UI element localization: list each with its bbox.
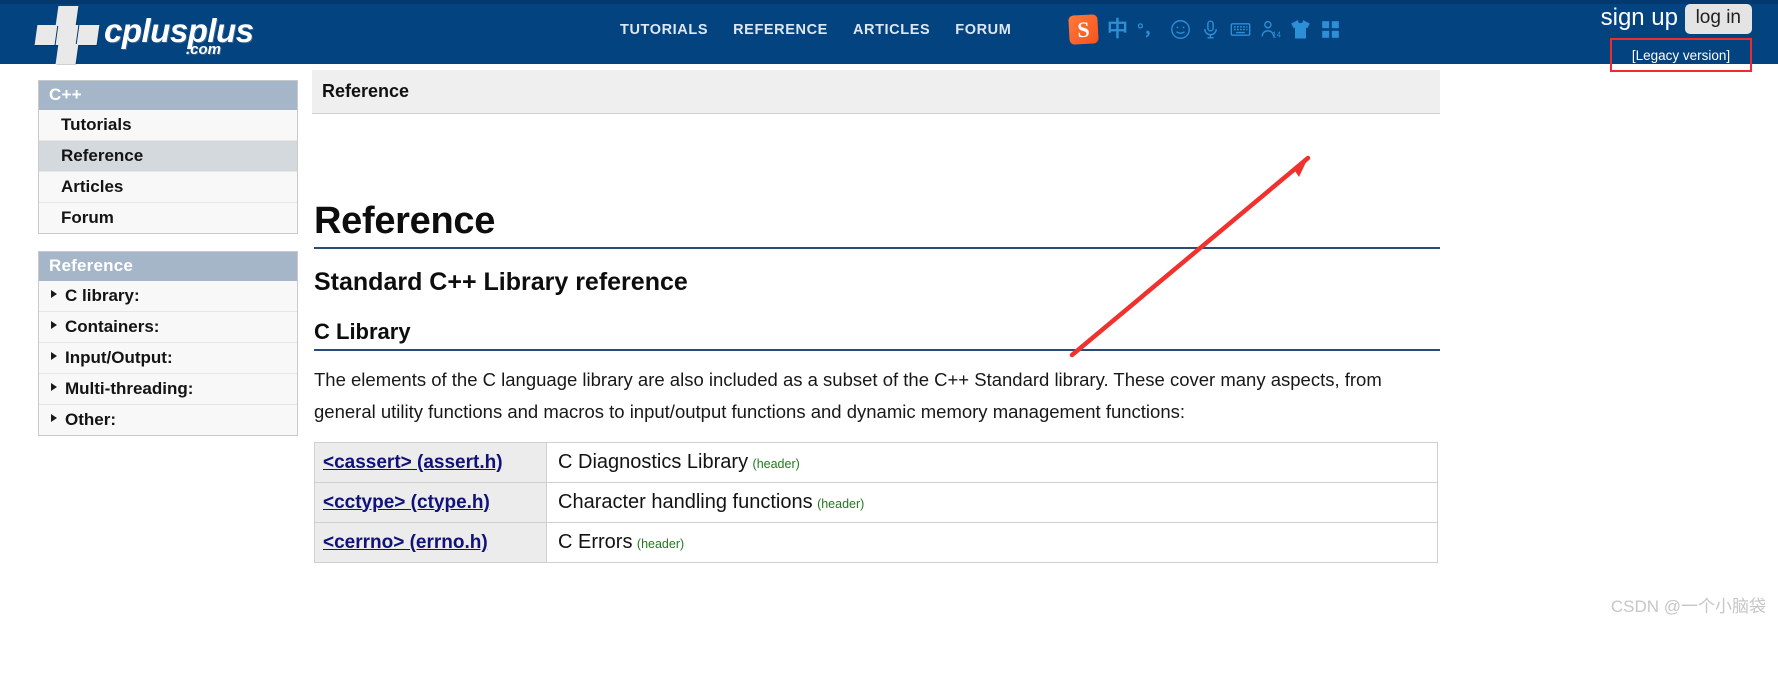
header-description: Character handling functions: [558, 491, 813, 513]
header-desc-cell: C Errors (header): [546, 522, 1438, 563]
sidebar-item-label: Articles: [61, 177, 124, 196]
sidebar-item-containers[interactable]: Containers:: [39, 311, 297, 342]
chevron-right-icon: [51, 414, 57, 422]
section-title: Standard C++ Library reference: [314, 268, 688, 296]
toolbox-grid-icon[interactable]: [1320, 19, 1341, 40]
table-row: <cassert> (assert.h) C Diagnostics Libra…: [314, 442, 1438, 483]
main-content: Reference Reference Standard C++ Library…: [312, 70, 1440, 563]
header-name-cell: <cassert> (assert.h): [314, 442, 547, 483]
sidebar-block-reference-title: Reference: [39, 252, 297, 281]
header-desc-cell: Character handling functions (header): [546, 482, 1438, 523]
sidebar-item-multi-threading[interactable]: Multi-threading:: [39, 373, 297, 404]
sidebar-block-cpp: C++ Tutorials Reference Articles Forum: [38, 80, 298, 234]
logo-wordmark: cplusplus: [104, 12, 254, 49]
sidebar-item-reference[interactable]: Reference: [39, 140, 297, 171]
nav-item-reference[interactable]: REFERENCE: [733, 22, 828, 38]
microphone-icon[interactable]: [1200, 19, 1221, 40]
table-row: <cerrno> (errno.h) C Errors (header): [314, 522, 1438, 563]
chevron-right-icon: [51, 352, 57, 360]
soft-keyboard-icon[interactable]: [1230, 19, 1251, 40]
breadcrumb: Reference: [312, 70, 1440, 114]
subsection-title: C Library: [314, 319, 411, 344]
chevron-right-icon: [51, 321, 57, 329]
nav-item-articles[interactable]: ARTICLES: [853, 22, 930, 38]
sidebar-item-input-output[interactable]: Input/Output:: [39, 342, 297, 373]
header-name-cell: <cctype> (ctype.h): [314, 482, 547, 523]
sidebar-item-label: Input/Output:: [65, 348, 173, 367]
title-rule: [314, 247, 1440, 249]
sidebar-item-label: Tutorials: [61, 115, 132, 134]
cplusplus-cross-logo-icon: [34, 6, 100, 64]
sidebar-item-other[interactable]: Other:: [39, 404, 297, 435]
header-tag: (header): [817, 497, 865, 511]
emoji-icon[interactable]: [1170, 19, 1191, 40]
sidebar-item-label: Containers:: [65, 317, 160, 336]
skin-tshirt-icon[interactable]: [1290, 19, 1311, 40]
header-link-cerrno[interactable]: <cerrno> (errno.h): [323, 532, 488, 553]
chevron-right-icon: [51, 383, 57, 391]
sidebar-item-articles[interactable]: Articles: [39, 171, 297, 202]
article-body: Reference Standard C++ Library reference…: [312, 200, 1440, 563]
sidebar-item-label: Multi-threading:: [65, 379, 194, 398]
sign-up-link[interactable]: sign up: [1601, 4, 1678, 32]
legacy-version-highlight: [Legacy version]: [1610, 38, 1752, 72]
header-link-cctype[interactable]: <cctype> (ctype.h): [323, 492, 490, 513]
sidebar-item-c-library[interactable]: C library:: [39, 281, 297, 311]
log-in-button[interactable]: log in: [1684, 4, 1752, 34]
sidebar-block-cpp-title: C++: [39, 81, 297, 110]
breadcrumb-current: Reference: [322, 81, 410, 101]
sidebar-item-forum[interactable]: Forum: [39, 202, 297, 233]
chevron-right-icon: [51, 290, 57, 298]
site-logo[interactable]: cplusplus .com: [34, 2, 296, 64]
sogou-ime-toolbar: S 中 °， 14: [1068, 13, 1341, 45]
legacy-version-link[interactable]: [Legacy version]: [1632, 48, 1730, 63]
page-title: Reference: [314, 200, 496, 242]
sidebar-item-label: Other:: [65, 410, 116, 429]
sogou-logo-icon[interactable]: S: [1068, 13, 1099, 45]
table-row: <cctype> (ctype.h) Character handling fu…: [314, 482, 1438, 523]
left-sidebar: C++ Tutorials Reference Articles Forum R…: [38, 80, 298, 453]
header-name-cell: <cerrno> (errno.h): [314, 522, 547, 563]
header-tag: (header): [636, 537, 685, 551]
intro-paragraph: The elements of the C language library a…: [314, 369, 1382, 422]
nav-item-tutorials[interactable]: TUTORIALS: [620, 22, 708, 38]
svg-text:14: 14: [1272, 30, 1281, 39]
chinese-mode-icon[interactable]: 中: [1107, 19, 1128, 40]
sidebar-item-label: Forum: [61, 208, 114, 227]
header-desc-cell: C Diagnostics Library (header): [546, 442, 1438, 483]
c-library-headers-table: <cassert> (assert.h) C Diagnostics Libra…: [314, 442, 1438, 563]
sidebar-item-label: C library:: [65, 286, 140, 305]
header-description: C Diagnostics Library: [558, 451, 749, 473]
site-header: cplusplus .com TUTORIALS REFERENCE ARTIC…: [0, 0, 1778, 72]
nav-item-forum[interactable]: FORUM: [955, 22, 1011, 38]
sidebar-item-tutorials[interactable]: Tutorials: [39, 110, 297, 140]
main-navigation: TUTORIALS REFERENCE ARTICLES FORUM: [620, 22, 1011, 38]
punctuation-icon[interactable]: °，: [1137, 21, 1161, 38]
subsection-rule: [314, 349, 1440, 351]
logo-domain-suffix: .com: [186, 41, 222, 58]
header-link-cassert[interactable]: <cassert> (assert.h): [323, 452, 503, 473]
sidebar-block-reference: Reference C library: Containers: Input/O…: [38, 251, 298, 436]
header-description: C Errors: [558, 531, 633, 553]
user-14-icon[interactable]: 14: [1260, 19, 1281, 40]
csdn-watermark: CSDN @一个小脑袋: [1610, 597, 1766, 616]
sidebar-item-label: Reference: [61, 146, 144, 165]
header-tag: (header): [752, 457, 800, 471]
